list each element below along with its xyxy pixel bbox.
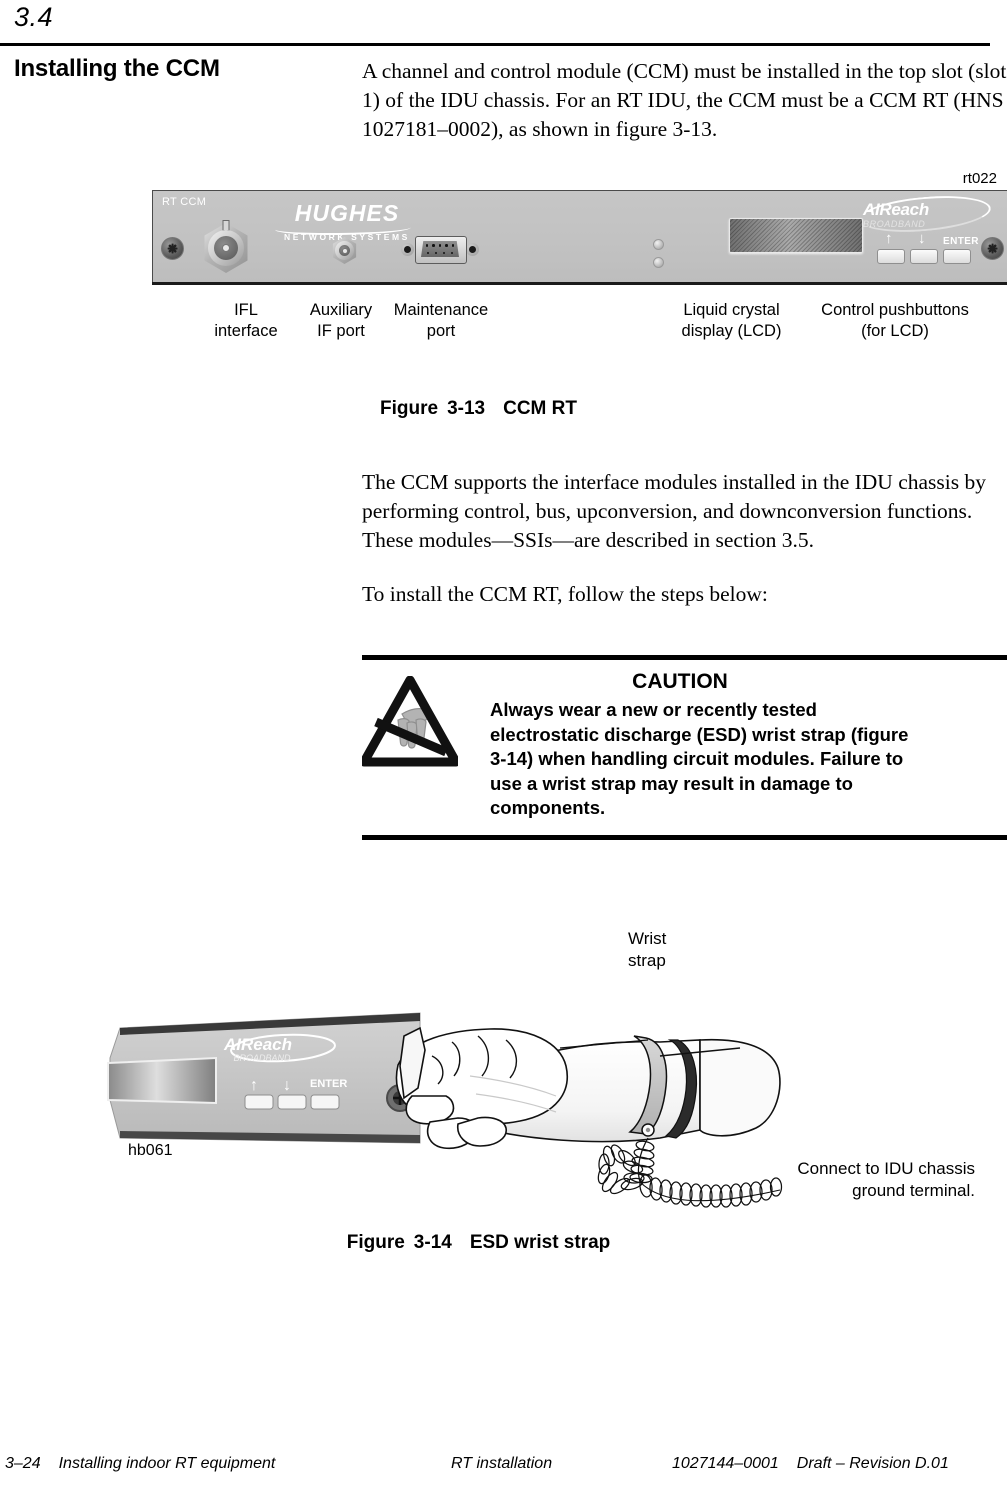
figure-14-graphic-id: hb061 [128,1142,173,1159]
footer-right: 1027144–0001 Draft – Revision D.01 [672,1455,949,1473]
callout-auxiliary-if-port: Auxiliary IF port [309,301,373,340]
caution-title: CAUTION [632,670,728,693]
footer-doc-number: 1027144–0001 [672,1455,779,1472]
panel-screw-left-icon [161,237,184,260]
ifl-center-pin-icon [222,244,230,252]
up-arrow-icon: ↑ [885,230,893,247]
down-pushbutton[interactable] [910,249,938,264]
panel-base-rule [152,282,1007,285]
footer-revision: Draft – Revision D.01 [796,1455,949,1472]
figure-13-graphic-id: rt022 [962,170,997,187]
svg-text:↓: ↓ [283,1077,291,1094]
label-ground-terminal: Connect to IDU chassis ground terminal. [797,1159,975,1200]
paragraph-ccm-support: The CCM supports the interface modules i… [362,470,986,552]
hughes-logo: HUGHES NETWORK SYSTEMS [275,202,413,242]
db9-jackscrew-left-icon [401,243,414,256]
status-led-bottom-icon [653,257,664,268]
footer-center: RT installation [451,1455,553,1472]
enter-pushbutton[interactable] [943,249,971,264]
figure-14-caption: Figure 3-14 ESD wrist strap [346,1232,611,1253]
db9-jackscrew-right-icon [466,243,479,256]
ccm-module-panel-figure14: AIReach BROADBAND ↑ ↓ ENTER [107,1012,421,1144]
liquid-crystal-display [729,218,863,253]
caution-text: Always wear a new or recently tested ele… [490,699,909,818]
caution-bottom-rule [362,834,1007,840]
svg-text:↑: ↑ [250,1077,258,1094]
maintenance-port-connector [401,236,479,264]
down-arrow-icon: ↓ [918,230,926,247]
callout-liquid-crystal-display: Liquid crystal display (LCD) [681,301,782,340]
callout-maintenance-port: Maintenance port [393,301,489,340]
figure-13-caption: Figure 3-13 CCM RT [380,398,577,419]
header-divider [0,43,990,46]
esd-warning-triangle-icon [359,675,461,768]
figure-13-ccm-rt-panel: RT CCM HUGHES NETWORK SYSTEMS AIReach BR… [152,190,1007,290]
document-page: 3.4 Installing the CCM A channel and con… [0,0,1007,1488]
auxiliary-if-port-connector [331,237,358,264]
callout-ifl-interface: IFL interface [214,301,278,340]
aux-center-pin-icon [341,247,348,254]
db9-pins-icon [424,244,456,254]
panel-screw-right-icon [981,237,1004,260]
section-title: Installing the CCM [14,55,220,82]
callout-control-pushbuttons: Control pushbuttons (for LCD) [821,301,969,340]
svg-text:ENTER: ENTER [310,1078,347,1090]
ifl-interface-connector [201,220,251,273]
aireach-logo: AIReach BROADBAND [857,191,993,237]
paragraph-install-steps-lead: To install the CCM RT, follow the steps … [362,582,768,606]
footer-chapter-title: Installing indoor RT equipment [58,1455,276,1472]
status-led-top-icon [653,239,664,250]
enter-button-label: ENTER [943,236,979,247]
svg-text:AIReach: AIReach [223,1035,292,1054]
footer-left: 3–24 Installing indoor RT equipment [5,1455,275,1473]
caution-box: CAUTION Always wear a new or recently te… [359,655,1007,840]
svg-text:BROADBAND: BROADBAND [233,1053,291,1063]
footer-page-number: 3–24 [5,1455,41,1472]
section-number: 3.4 [14,2,54,32]
up-pushbutton[interactable] [877,249,905,264]
intro-paragraph: A channel and control module (CCM) must … [362,59,1007,141]
label-wrist-strap: Wrist strap [628,929,667,970]
panel-model-label: RT CCM [162,196,207,208]
ccm-front-panel: RT CCM HUGHES NETWORK SYSTEMS AIReach BR… [152,190,1007,283]
ground-cord-coiled [597,1137,783,1208]
